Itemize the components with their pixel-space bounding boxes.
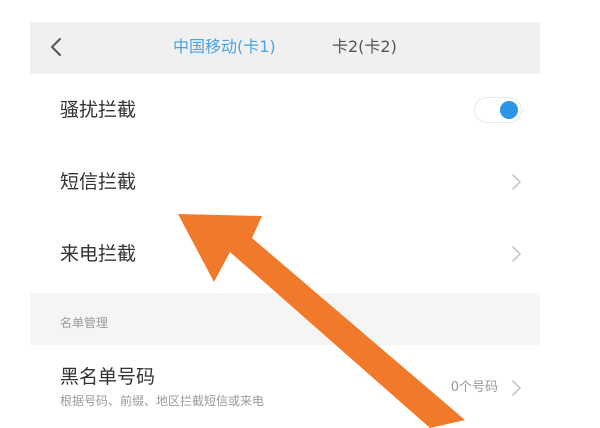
tab-sim1[interactable]: 中国移动(卡1): [173, 36, 276, 58]
tab-sim2[interactable]: 卡2(卡2): [332, 36, 397, 58]
list-management-section: 名单管理: [30, 293, 540, 345]
chevron-right-icon: [512, 174, 521, 190]
harassment-block-row: 骚扰拦截: [30, 74, 540, 146]
blacklist-count: 0个号码: [450, 380, 498, 395]
back-arrow-icon: [51, 38, 61, 56]
interception-settings-screen: 中国移动(卡1) 卡2(卡2) 骚扰拦截 短信拦截 来电拦截 名单管理 黑名单号…: [0, 0, 600, 428]
call-block-label: 来电拦截: [60, 243, 137, 265]
blacklist-label: 黑名单号码: [60, 366, 156, 388]
header-bar: 中国移动(卡1) 卡2(卡2): [30, 22, 540, 74]
blacklist-description: 根据号码、前缀、地区拦截短信或来电: [60, 394, 265, 408]
back-button[interactable]: [44, 34, 70, 60]
chevron-right-icon: [512, 380, 521, 396]
harassment-block-toggle[interactable]: [474, 97, 522, 123]
sms-block-label: 短信拦截: [60, 171, 137, 193]
call-block-row[interactable]: 来电拦截: [30, 218, 540, 290]
sms-block-row[interactable]: 短信拦截: [30, 146, 540, 218]
chevron-right-icon: [512, 246, 521, 262]
harassment-block-label: 骚扰拦截: [60, 99, 137, 121]
blacklist-row[interactable]: 黑名单号码 根据号码、前缀、地区拦截短信或来电 0个号码: [30, 345, 540, 428]
toggle-knob: [500, 101, 518, 119]
section-title: 名单管理: [60, 316, 109, 330]
